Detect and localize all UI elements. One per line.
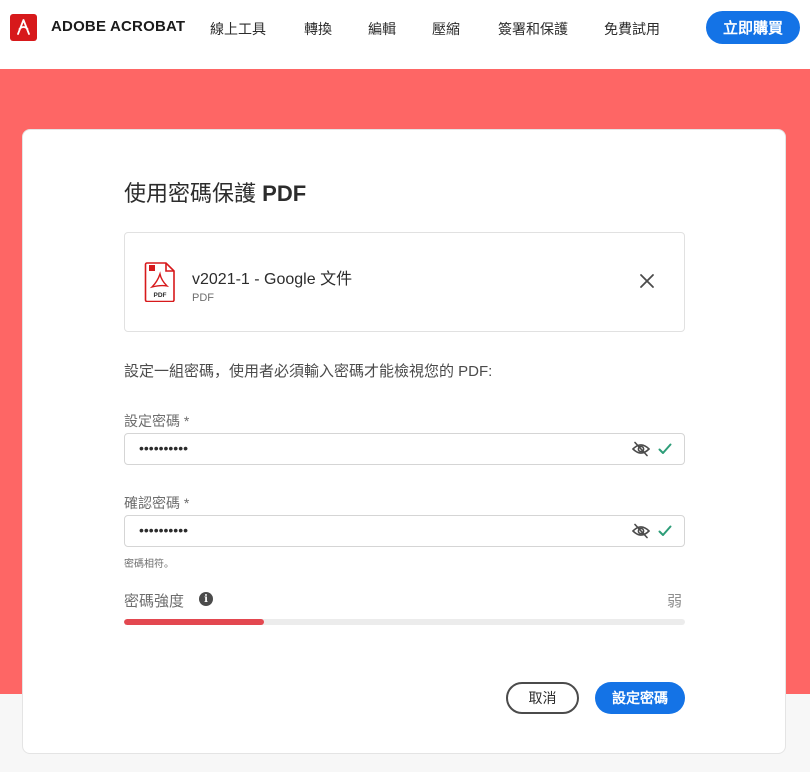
file-name: v2021-1 - Google 文件: [192, 271, 353, 288]
nav-online-tools[interactable]: 線上工具: [210, 19, 266, 39]
confirm-password-value: ••••••••••: [139, 522, 189, 538]
password-label: 設定密碼 *: [124, 411, 189, 431]
buy-now-button[interactable]: 立即購買: [706, 11, 800, 44]
confirm-label-text: 確認密碼: [124, 495, 180, 511]
password-label-text: 設定密碼: [124, 413, 180, 429]
required-mark: *: [183, 495, 190, 511]
check-icon: [658, 525, 672, 536]
close-icon[interactable]: [638, 272, 656, 290]
pdf-icon-label: PDF: [154, 292, 167, 299]
password-value: ••••••••••: [139, 440, 189, 456]
dialog-title-suffix: PDF: [262, 181, 307, 206]
strength-meter: [124, 619, 685, 625]
info-icon[interactable]: i: [199, 592, 213, 606]
instruction-text: 設定一組密碼，使用者必須輸入密碼才能檢視您的 PDF:: [124, 363, 493, 380]
confirm-label: 確認密碼 *: [124, 493, 189, 513]
nav-free-trial[interactable]: 免費試用: [604, 19, 660, 39]
nav-sign-protect[interactable]: 簽署和保護: [498, 19, 568, 39]
eye-off-icon[interactable]: [632, 441, 650, 457]
nav-compress[interactable]: 壓縮: [432, 19, 460, 39]
password-input[interactable]: ••••••••••: [124, 433, 685, 465]
check-icon: [658, 443, 672, 454]
confirm-password-input[interactable]: ••••••••••: [124, 515, 685, 547]
strength-meter-fill: [124, 619, 265, 625]
nav-edit[interactable]: 編輯: [368, 19, 396, 39]
required-mark: *: [183, 413, 190, 429]
dialog-title: 使用密碼保護 PDF: [124, 176, 306, 208]
set-password-button[interactable]: 設定密碼: [595, 682, 685, 714]
brand-name[interactable]: ADOBE ACROBAT: [51, 18, 185, 35]
nav-convert[interactable]: 轉換: [304, 19, 332, 39]
strength-value: 弱: [667, 593, 683, 610]
password-match-message: 密碼相符。: [124, 559, 174, 570]
eye-off-icon[interactable]: [632, 523, 650, 539]
cancel-button[interactable]: 取消: [506, 682, 579, 714]
strength-label: 密碼強度: [124, 593, 185, 610]
dialog-title-prefix: 使用密碼保護: [124, 181, 257, 206]
file-type: PDF: [192, 292, 214, 304]
top-nav: ADOBE ACROBAT 線上工具 轉換 編輯 壓縮 簽署和保護 免費試用 立…: [0, 0, 810, 69]
pdf-file-icon: PDF: [144, 262, 175, 302]
adobe-logo-icon[interactable]: [10, 14, 37, 41]
